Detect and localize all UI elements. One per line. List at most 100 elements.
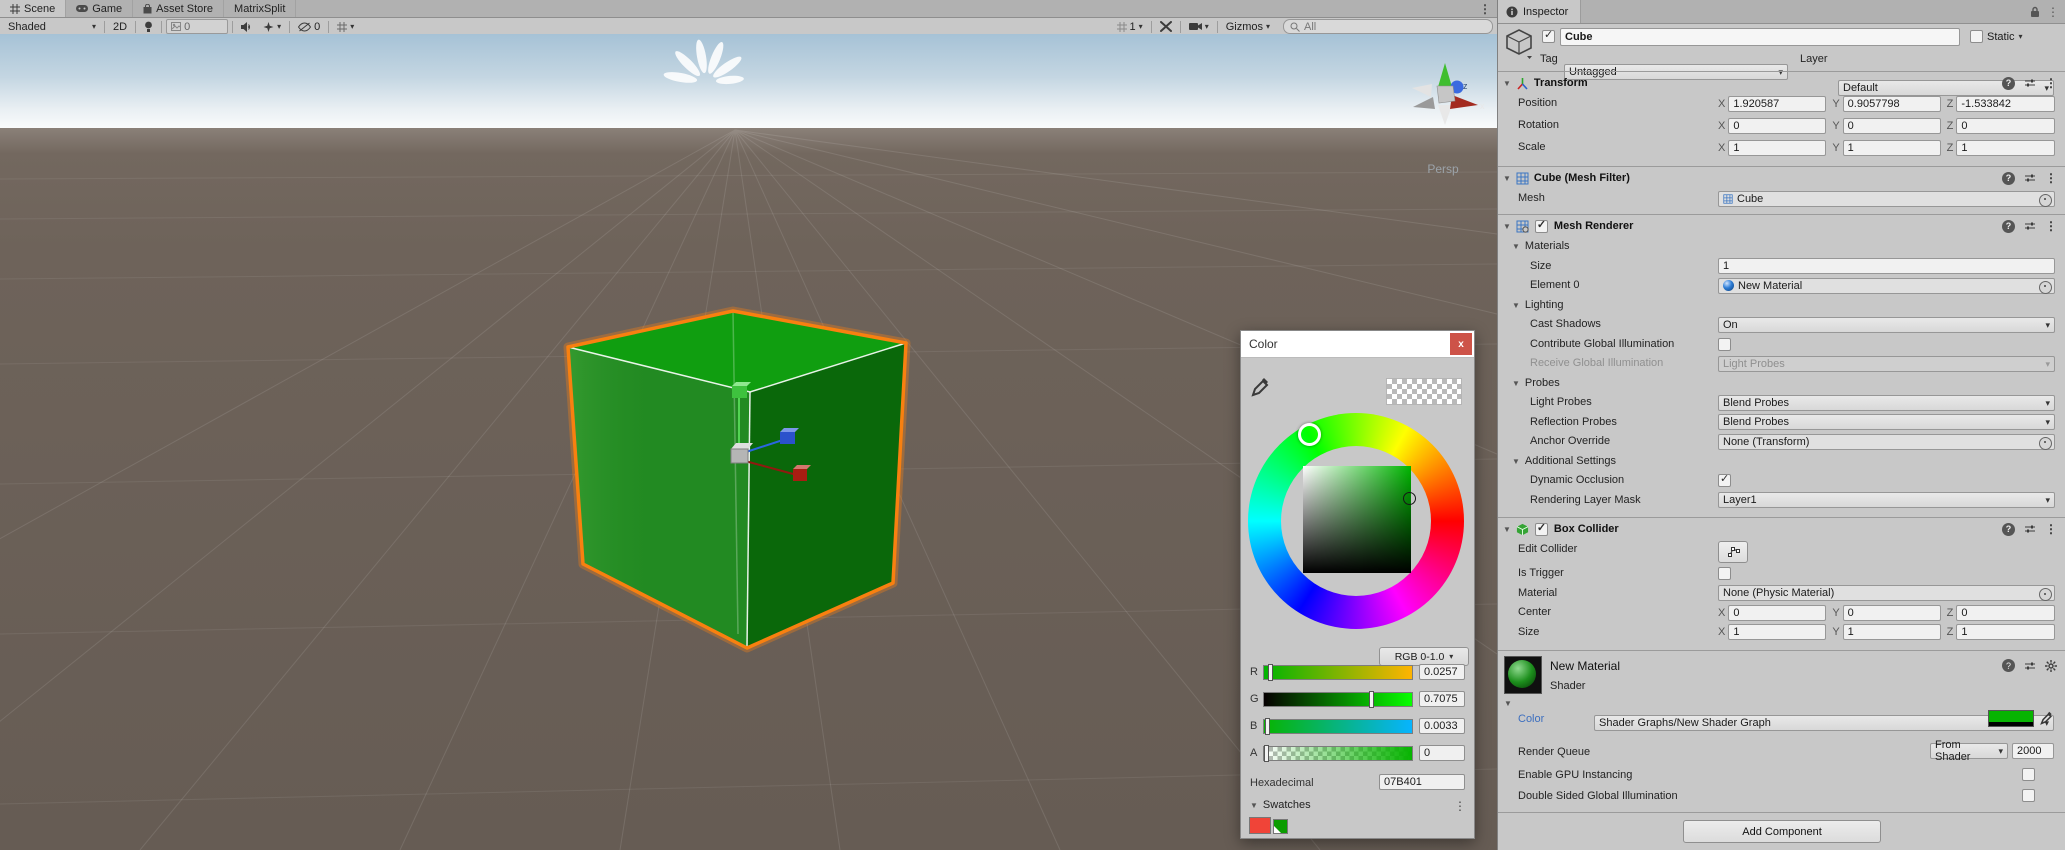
color-window-titlebar[interactable]: Color x xyxy=(1241,331,1474,358)
position-y-field[interactable]: 0.9057798 xyxy=(1843,96,1941,112)
new-swatch-button[interactable] xyxy=(1273,819,1288,834)
position-x-field[interactable]: 1.920587 xyxy=(1728,96,1826,112)
additional-settings-foldout-row[interactable]: Additional Settings xyxy=(1498,452,2065,472)
position-z-field[interactable]: -1.533842 xyxy=(1956,96,2055,112)
slider-handle[interactable] xyxy=(1369,691,1374,708)
tab-scene[interactable]: Scene xyxy=(0,0,66,17)
materials-size-field[interactable]: 1 xyxy=(1718,258,2055,274)
audio-toggle-button[interactable] xyxy=(237,19,256,34)
tool-settings-button[interactable] xyxy=(1156,19,1176,34)
swatches-menu-icon[interactable] xyxy=(1454,799,1466,813)
presets-icon[interactable] xyxy=(2024,220,2036,232)
lighting-foldout-row[interactable]: Lighting xyxy=(1498,296,2065,316)
blue-slider[interactable] xyxy=(1263,719,1413,734)
rotation-z-field[interactable]: 0 xyxy=(1956,118,2055,134)
saturation-value-square[interactable] xyxy=(1303,466,1411,573)
reflection-probes-dropdown[interactable]: Blend Probes xyxy=(1718,414,2055,430)
box-collider-header[interactable]: Box Collider xyxy=(1498,517,2065,540)
saved-swatch-red[interactable] xyxy=(1249,817,1271,834)
red-slider[interactable] xyxy=(1263,665,1413,680)
help-icon[interactable] xyxy=(2002,220,2015,233)
tab-matrixsplit[interactable]: MatrixSplit xyxy=(224,0,296,17)
help-icon[interactable] xyxy=(2002,77,2015,90)
tab-game[interactable]: Game xyxy=(66,0,133,17)
transform-header[interactable]: Transform xyxy=(1498,71,2065,94)
foldout-triangle-icon[interactable] xyxy=(1503,77,1511,89)
light-probes-dropdown[interactable]: Blend Probes xyxy=(1718,395,2055,411)
green-slider[interactable] xyxy=(1263,692,1413,707)
scale-y-field[interactable]: 1 xyxy=(1843,140,1941,156)
hexadecimal-field[interactable]: 07B401 xyxy=(1379,774,1465,790)
red-value-field[interactable]: 0.0257 xyxy=(1419,664,1465,680)
scene-pane-menu-icon[interactable] xyxy=(1479,0,1491,17)
gameobject-cube-icon[interactable] xyxy=(1505,28,1533,60)
double-sided-gi-checkbox[interactable] xyxy=(2022,789,2035,802)
exposure-field[interactable]: 0 xyxy=(166,19,228,34)
object-picker-icon[interactable] xyxy=(2039,281,2052,294)
alpha-value-field[interactable]: 0 xyxy=(1419,745,1465,761)
static-checkbox[interactable] xyxy=(1970,30,1983,43)
gameobject-active-checkbox[interactable] xyxy=(1542,30,1555,43)
tab-asset-store[interactable]: Asset Store xyxy=(133,0,224,17)
object-picker-icon[interactable] xyxy=(2039,437,2052,450)
material-color-swatch[interactable] xyxy=(1988,710,2034,727)
dynamic-occlusion-checkbox[interactable] xyxy=(1718,474,1731,487)
center-y-field[interactable]: 0 xyxy=(1843,605,1941,621)
component-menu-icon[interactable] xyxy=(2045,522,2057,536)
box-collider-enabled-checkbox[interactable] xyxy=(1535,523,1548,536)
rotation-y-field[interactable]: 0 xyxy=(1843,118,1941,134)
element0-object-field[interactable]: New Material xyxy=(1718,278,2055,294)
swatches-foldout[interactable]: Swatches xyxy=(1250,799,1311,811)
draw-mode-dropdown[interactable]: Shaded▾ xyxy=(4,19,100,34)
mesh-renderer-header[interactable]: Mesh Renderer xyxy=(1498,214,2065,237)
eyedropper-icon[interactable] xyxy=(1251,377,1269,397)
inspector-menu-icon[interactable] xyxy=(2047,5,2059,19)
mesh-filter-header[interactable]: Cube (Mesh Filter) xyxy=(1498,166,2065,189)
alpha-slider[interactable] xyxy=(1263,746,1413,761)
anchor-override-field[interactable]: None (Transform) xyxy=(1718,434,2055,450)
gizmos-dropdown[interactable]: Gizmos ▾ xyxy=(1222,19,1274,34)
component-menu-icon[interactable] xyxy=(2045,219,2057,233)
slider-handle[interactable] xyxy=(1268,664,1273,681)
gameobject-name-field[interactable]: Cube xyxy=(1560,28,1960,46)
green-value-field[interactable]: 0.7075 xyxy=(1419,691,1465,707)
snap-increment-button[interactable]: 1 ▾ xyxy=(1113,19,1147,34)
effects-toggle-button[interactable]: ▾ xyxy=(259,19,285,34)
presets-icon[interactable] xyxy=(2024,77,2036,89)
component-menu-icon[interactable] xyxy=(2045,171,2057,185)
center-x-field[interactable]: 0 xyxy=(1728,605,1826,621)
camera-settings-button[interactable]: ▾ xyxy=(1185,19,1213,34)
render-queue-mode-dropdown[interactable]: From Shader xyxy=(1930,743,2008,759)
probes-foldout-row[interactable]: Probes xyxy=(1498,374,2065,394)
scale-z-field[interactable]: 1 xyxy=(1956,140,2055,156)
slider-handle[interactable] xyxy=(1265,718,1270,735)
projection-mode-label[interactable]: Persp xyxy=(1408,162,1478,176)
presets-icon[interactable] xyxy=(2024,523,2036,535)
lock-icon[interactable] xyxy=(2030,6,2040,18)
add-component-button[interactable]: Add Component xyxy=(1683,820,1881,843)
physic-material-field[interactable]: None (Physic Material) xyxy=(1718,585,2055,601)
foldout-triangle-icon[interactable] xyxy=(1503,172,1511,184)
size-x-field[interactable]: 1 xyxy=(1728,624,1826,640)
materials-foldout-row[interactable]: Materials xyxy=(1498,237,2065,257)
tab-inspector[interactable]: Inspector xyxy=(1498,0,1581,23)
edit-collider-button[interactable] xyxy=(1718,541,1748,563)
object-picker-icon[interactable] xyxy=(2039,194,2052,207)
help-icon[interactable] xyxy=(2002,172,2015,185)
blue-value-field[interactable]: 0.0033 xyxy=(1419,718,1465,734)
rotation-x-field[interactable]: 0 xyxy=(1728,118,1826,134)
slider-handle[interactable] xyxy=(1264,745,1269,762)
mesh-object-field[interactable]: Cube xyxy=(1718,191,2055,207)
gear-icon[interactable] xyxy=(2045,660,2057,672)
eyedropper-icon[interactable] xyxy=(2040,711,2054,725)
material-preview-thumbnail[interactable] xyxy=(1504,656,1542,694)
is-trigger-checkbox[interactable] xyxy=(1718,567,1731,580)
scene-visibility-button[interactable]: 0 xyxy=(294,19,324,34)
scene-search-input[interactable]: All xyxy=(1283,19,1493,34)
scale-x-field[interactable]: 1 xyxy=(1728,140,1826,156)
object-picker-icon[interactable] xyxy=(2039,588,2052,601)
presets-icon[interactable] xyxy=(2024,660,2036,672)
contribute-gi-checkbox[interactable] xyxy=(1718,338,1731,351)
toggle-2d-button[interactable]: 2D xyxy=(109,19,131,34)
orientation-gizmo[interactable]: z x xyxy=(1400,59,1490,154)
